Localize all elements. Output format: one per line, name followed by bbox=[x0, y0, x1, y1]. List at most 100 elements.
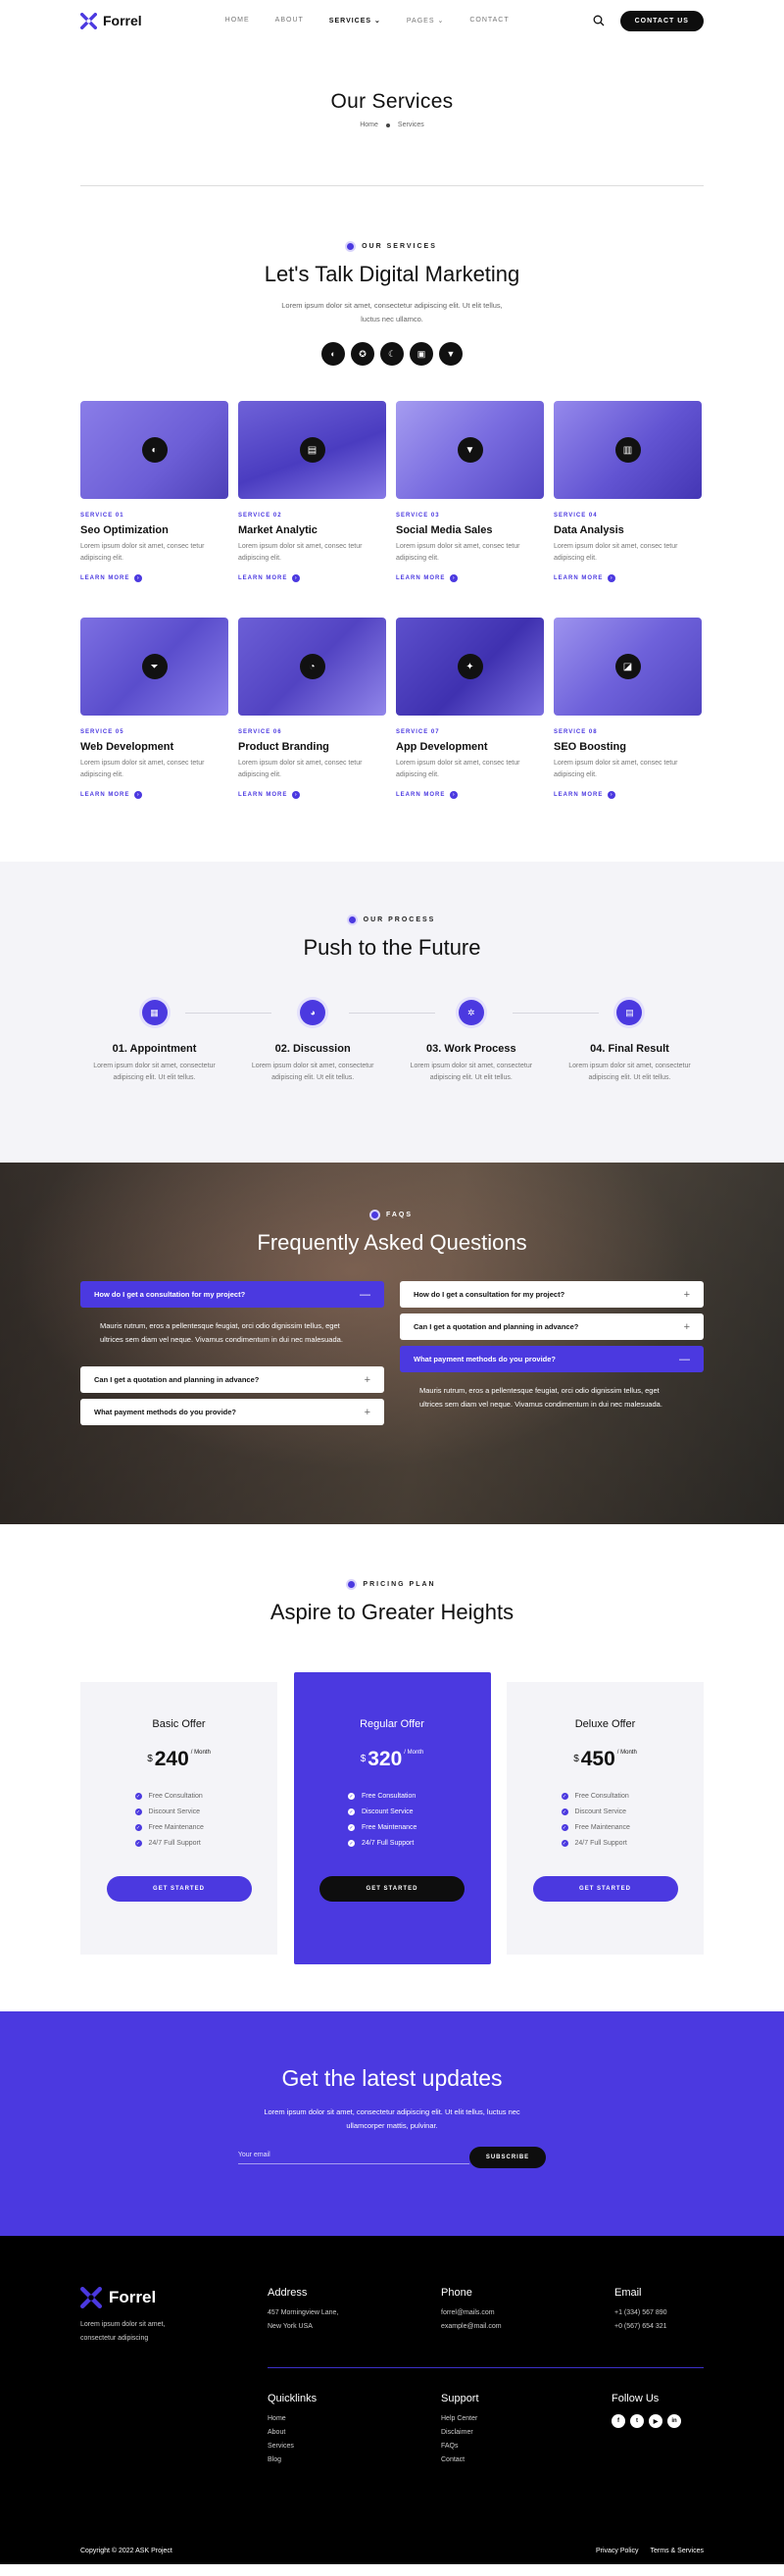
services-eyebrow-text: OUR SERVICES bbox=[362, 243, 437, 250]
nav-contact[interactable]: CONTACT bbox=[469, 17, 509, 25]
learn-more-link[interactable]: LEARN MORE › bbox=[396, 574, 544, 582]
learn-more-link[interactable]: LEARN MORE › bbox=[554, 574, 702, 582]
footer-link[interactable]: FAQs bbox=[441, 2443, 459, 2450]
faq-column-left: How do I get a consultation for my proje… bbox=[80, 1281, 384, 1425]
faq-question[interactable]: Can I get a quotation and planning in ad… bbox=[400, 1313, 704, 1340]
learn-more-link[interactable]: LEARN MORE › bbox=[238, 791, 386, 799]
bullet-icon bbox=[370, 1212, 378, 1218]
newsletter-section: Get the latest updates Lorem ipsum dolor… bbox=[0, 2011, 784, 2236]
facebook-icon[interactable]: f bbox=[612, 2414, 625, 2428]
analytics-icon[interactable]: ▣ bbox=[410, 342, 433, 366]
email-line[interactable]: +0 (567) 654 321 bbox=[614, 2323, 667, 2330]
pricing-eyebrow-text: PRICING PLAN bbox=[363, 1581, 436, 1588]
faq-question[interactable]: Can I get a quotation and planning in ad… bbox=[80, 1366, 384, 1393]
faq-columns: How do I get a consultation for my proje… bbox=[80, 1281, 704, 1425]
social-links: f t ▶ in bbox=[612, 2414, 681, 2428]
plus-icon: + bbox=[683, 1288, 690, 1301]
funnel-icon[interactable]: ▼ bbox=[439, 342, 463, 366]
service-title[interactable]: Data Analysis bbox=[554, 524, 702, 536]
footer-quicklinks-title: Quicklinks bbox=[268, 2393, 318, 2404]
plan-feature: ✓ Discount Service bbox=[561, 1808, 650, 1815]
get-started-button[interactable]: GET STARTED bbox=[532, 1876, 678, 1902]
nav-services[interactable]: SERVICES bbox=[329, 17, 381, 25]
learn-more-label: LEARN MORE bbox=[396, 575, 446, 581]
footer-quicklinks: Quicklinks Home About Services Blog bbox=[268, 2393, 317, 2467]
nav-pages[interactable]: PAGES bbox=[407, 17, 444, 25]
youtube-icon[interactable]: ▶ bbox=[649, 2414, 662, 2428]
service-title[interactable]: Market Analytic bbox=[238, 524, 386, 536]
services-heading: Let's Talk Digital Marketing bbox=[264, 262, 520, 286]
footer-link[interactable]: Home bbox=[268, 2415, 286, 2422]
service-card[interactable]: ▥ SERVICE 04 Data Analysis Lorem ipsum d… bbox=[554, 401, 702, 582]
service-text: Lorem ipsum dolor sit amet, consec tetur… bbox=[238, 543, 363, 562]
step-text: Lorem ipsum dolor sit amet, consectetur … bbox=[410, 1063, 533, 1081]
price-amount: 240 bbox=[154, 1748, 189, 1770]
plan-price: $240/ Month bbox=[80, 1748, 277, 1771]
faq-question[interactable]: What payment methods do you provide? + bbox=[80, 1399, 384, 1425]
faq-question[interactable]: How do I get a consultation for my proje… bbox=[80, 1281, 384, 1308]
email-line[interactable]: +1 (334) 567 890 bbox=[614, 2309, 667, 2316]
brand-logo[interactable]: Forrel bbox=[80, 12, 142, 29]
service-card[interactable]: ◔ SERVICE 06 Product Branding Lorem ipsu… bbox=[238, 618, 386, 799]
service-tag: SERVICE 08 bbox=[554, 729, 598, 735]
chart-pie-icon[interactable]: ◐ bbox=[321, 342, 345, 366]
footer-brand: Forrel Lorem ipsum dolor sit amet, conse… bbox=[80, 2287, 188, 2346]
learn-more-link[interactable]: LEARN MORE › bbox=[396, 791, 544, 799]
footer-logo[interactable]: Forrel bbox=[80, 2287, 188, 2308]
service-title[interactable]: App Development bbox=[396, 741, 544, 753]
arrow-right-icon: › bbox=[608, 791, 616, 799]
learn-more-link[interactable]: LEARN MORE › bbox=[238, 574, 386, 582]
calendar-icon: ▦ bbox=[141, 1000, 168, 1025]
footer-link[interactable]: Disclaimer bbox=[441, 2429, 473, 2436]
contact-us-button[interactable]: CONTACT US bbox=[619, 10, 704, 31]
service-card[interactable]: ◐ SERVICE 01 Seo Optimization Lorem ipsu… bbox=[80, 401, 228, 582]
faq-question[interactable]: What payment methods do you provide? — bbox=[400, 1346, 704, 1372]
minus-icon: — bbox=[679, 1353, 690, 1365]
bulb-icon[interactable]: ☾ bbox=[380, 342, 404, 366]
service-card[interactable]: ▤ SERVICE 02 Market Analytic Lorem ipsum… bbox=[238, 401, 386, 582]
breadcrumb-home[interactable]: Home bbox=[360, 122, 378, 128]
learn-more-link[interactable]: LEARN MORE › bbox=[80, 791, 228, 799]
twitter-icon[interactable]: t bbox=[630, 2414, 644, 2428]
footer-link[interactable]: Help Center bbox=[441, 2415, 477, 2422]
service-card[interactable]: ◪ SERVICE 08 SEO Boosting Lorem ipsum do… bbox=[554, 618, 702, 799]
service-card[interactable]: ⏷ SERVICE 05 Web Development Lorem ipsum… bbox=[80, 618, 228, 799]
phone-line[interactable]: forrel@mails.com bbox=[441, 2309, 495, 2316]
get-started-button[interactable]: GET STARTED bbox=[319, 1876, 465, 1902]
footer-link[interactable]: Contact bbox=[441, 2456, 465, 2463]
subscribe-button[interactable]: SUBSCRIBE bbox=[468, 2147, 547, 2168]
terms-link[interactable]: Terms & Services bbox=[651, 2548, 704, 2554]
rocket-icon[interactable]: ✪ bbox=[351, 342, 374, 366]
search-icon[interactable] bbox=[593, 15, 605, 26]
footer-brand-name: Forrel bbox=[109, 2288, 157, 2306]
learn-more-link[interactable]: LEARN MORE › bbox=[80, 574, 228, 582]
service-card[interactable]: ▼ SERVICE 03 Social Media Sales Lorem ip… bbox=[396, 401, 544, 582]
faq-question-text: What payment methods do you provide? bbox=[94, 1408, 237, 1416]
service-card[interactable]: ✦ SERVICE 07 App Development Lorem ipsum… bbox=[396, 618, 544, 799]
footer-link[interactable]: Services bbox=[268, 2443, 294, 2450]
service-text: Lorem ipsum dolor sit amet, consec tetur… bbox=[554, 543, 678, 562]
learn-more-link[interactable]: LEARN MORE › bbox=[554, 791, 702, 799]
footer-address-title: Address bbox=[268, 2287, 308, 2299]
process-step: ◕ 02. Discussion Lorem ipsum dolor sit a… bbox=[239, 1000, 387, 1084]
address-line: New York USA bbox=[268, 2323, 313, 2330]
footer-link[interactable]: Blog bbox=[268, 2456, 281, 2463]
email-field[interactable]: Your email bbox=[237, 2152, 469, 2164]
service-title[interactable]: Product Branding bbox=[238, 741, 386, 753]
linkedin-icon[interactable]: in bbox=[667, 2414, 681, 2428]
phone-line[interactable]: example@mail.com bbox=[441, 2323, 502, 2330]
footer-link[interactable]: About bbox=[268, 2429, 285, 2436]
footer: Forrel Lorem ipsum dolor sit amet, conse… bbox=[0, 2236, 784, 2564]
check-icon: ✓ bbox=[134, 1824, 142, 1831]
plan-feature: ✓ Free Consultation bbox=[134, 1793, 223, 1800]
nav-about[interactable]: ABOUT bbox=[275, 17, 304, 25]
service-text: Lorem ipsum dolor sit amet, consec tetur… bbox=[238, 760, 363, 778]
service-title[interactable]: Web Development bbox=[80, 741, 228, 753]
get-started-button[interactable]: GET STARTED bbox=[106, 1876, 252, 1902]
service-title[interactable]: Social Media Sales bbox=[396, 524, 544, 536]
nav-home[interactable]: HOME bbox=[225, 17, 250, 25]
service-title[interactable]: Seo Optimization bbox=[80, 524, 228, 536]
privacy-policy-link[interactable]: Privacy Policy bbox=[596, 2548, 639, 2554]
faq-question[interactable]: How do I get a consultation for my proje… bbox=[400, 1281, 704, 1308]
service-title[interactable]: SEO Boosting bbox=[554, 741, 702, 753]
